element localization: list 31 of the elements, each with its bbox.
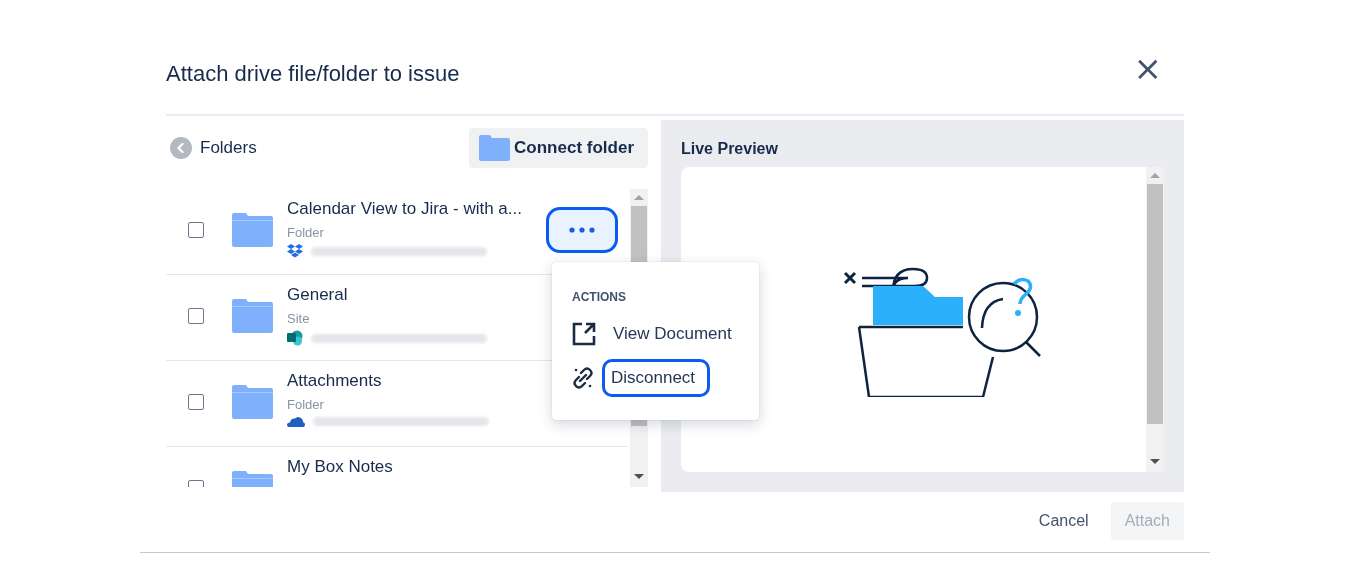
unlink-icon (572, 367, 594, 389)
folder-name[interactable]: My Box Notes (287, 457, 393, 477)
menu-heading: ACTIONS (572, 290, 627, 304)
checkbox[interactable] (188, 222, 204, 238)
external-link-icon (572, 322, 596, 346)
checkbox[interactable] (188, 394, 204, 410)
more-icon (569, 227, 595, 233)
folder-icon (232, 385, 273, 419)
item-type: Folder (287, 397, 325, 412)
folder-name[interactable]: General (287, 285, 487, 305)
folder-name[interactable]: Attachments (287, 371, 489, 391)
stacked-boxes-icon (287, 244, 303, 258)
dialog-title: Attach drive file/folder to issue (166, 61, 460, 87)
s-badge-icon (287, 330, 303, 346)
back-button[interactable]: Folders (166, 137, 257, 159)
connect-folder-button[interactable]: Connect folder (469, 128, 648, 168)
scrollbar[interactable] (1146, 167, 1164, 472)
item-type: Site (287, 311, 311, 326)
menu-item[interactable]: Disconnect (602, 359, 711, 397)
folder-icon (479, 135, 511, 161)
item-type: Folder (287, 225, 325, 240)
cloud-icon (287, 416, 305, 427)
menu-item[interactable]: View Document (604, 315, 747, 353)
checkbox[interactable] (188, 308, 204, 324)
more-button[interactable] (546, 207, 618, 253)
folder-icon (232, 299, 273, 333)
preview-title: Live Preview (681, 140, 779, 158)
folder-name[interactable]: Calendar View to Jira - with a... (287, 199, 522, 219)
cancel-button[interactable]: Cancel (1030, 504, 1097, 538)
folder-icon (232, 213, 273, 247)
close-button[interactable]: × (1133, 53, 1184, 83)
